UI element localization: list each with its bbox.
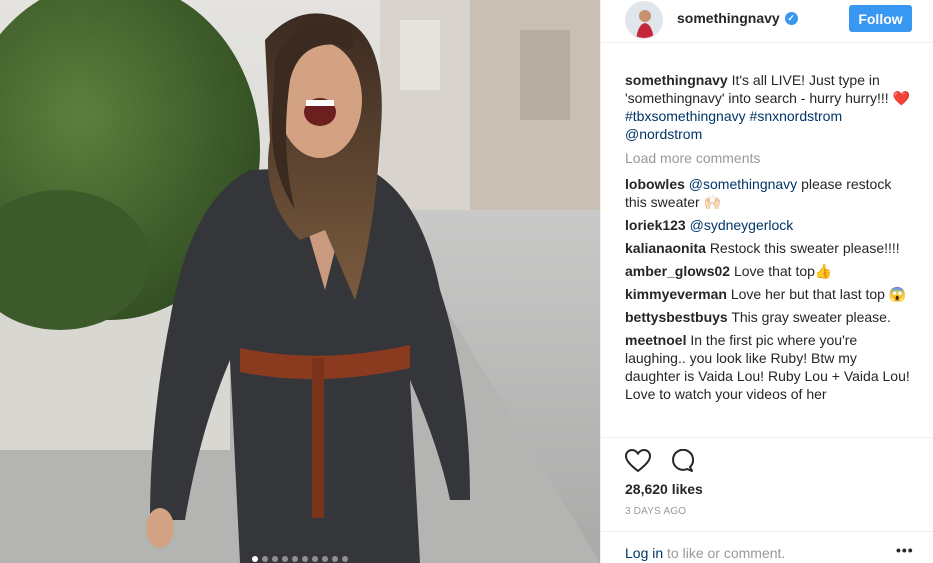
carousel-dot-8[interactable] bbox=[322, 556, 328, 562]
carousel-dot-10[interactable] bbox=[342, 556, 348, 562]
avatar[interactable] bbox=[625, 1, 663, 39]
carousel-dot-5[interactable] bbox=[292, 556, 298, 562]
verified-badge-icon: ✓ bbox=[784, 11, 798, 25]
comment-item: kimmyeverman Love her but that last top … bbox=[625, 285, 915, 303]
heart-emoji: ❤️ bbox=[892, 90, 911, 106]
comment-username[interactable]: kimmyeverman bbox=[625, 286, 727, 302]
carousel-dot-3[interactable] bbox=[272, 556, 278, 562]
comment-item: loriek123 @sydneygerlock bbox=[625, 216, 915, 234]
post-header: somethingnavy ✓ Follow bbox=[601, 0, 933, 43]
caption-username[interactable]: somethingnavy bbox=[625, 72, 728, 88]
comment-username[interactable]: loriek123 bbox=[625, 217, 686, 233]
comment-username[interactable]: meetnoel bbox=[625, 332, 686, 348]
comment-username[interactable]: lobowles bbox=[625, 176, 685, 192]
login-prompt-text: to like or comment. bbox=[667, 545, 786, 561]
comment-username[interactable]: kalianaonita bbox=[625, 240, 706, 256]
carousel-dot-9[interactable] bbox=[332, 556, 338, 562]
post-side-panel: somethingnavy ✓ Follow somethingnavy It'… bbox=[600, 0, 933, 563]
mention-link[interactable]: @somethingnavy bbox=[689, 176, 797, 192]
comment-item: amber_glows02 Love that top👍 bbox=[625, 262, 915, 280]
divider bbox=[601, 531, 933, 532]
comment-item: lobowles @somethingnavy please restock t… bbox=[625, 175, 915, 211]
comment-text: This gray sweater please. bbox=[731, 309, 891, 325]
comment-username[interactable]: bettysbestbuys bbox=[625, 309, 728, 325]
login-prompt: Log in to like or comment. bbox=[625, 545, 785, 561]
comment-item: bettysbestbuys This gray sweater please. bbox=[625, 308, 915, 326]
avatar-image bbox=[626, 2, 662, 38]
mention-link[interactable]: @sydneygerlock bbox=[690, 217, 794, 233]
more-options-icon[interactable]: ••• bbox=[896, 542, 914, 558]
hashtag-link[interactable]: #tbxsomethingnavy bbox=[625, 108, 746, 124]
instagram-post: somethingnavy ✓ Follow somethingnavy It'… bbox=[0, 0, 933, 563]
post-timestamp[interactable]: 3 DAYS AGO bbox=[625, 506, 686, 517]
photo-woman-laughing-in-gray-sweater bbox=[0, 0, 600, 563]
comments-list[interactable]: somethingnavy It's all LIVE! Just type i… bbox=[625, 71, 915, 437]
comment-icon[interactable] bbox=[668, 447, 696, 475]
header-username-label[interactable]: somethingnavy bbox=[677, 10, 780, 26]
carousel-dot-4[interactable] bbox=[282, 556, 288, 562]
carousel-dot-1[interactable] bbox=[252, 556, 258, 562]
caption: somethingnavy It's all LIVE! Just type i… bbox=[625, 71, 915, 143]
login-link[interactable]: Log in bbox=[625, 545, 663, 561]
likes-count[interactable]: 28,620 likes bbox=[625, 481, 703, 497]
carousel-dot-7[interactable] bbox=[312, 556, 318, 562]
carousel-indicator[interactable] bbox=[0, 555, 600, 563]
comment-text: Restock this sweater please!!!! bbox=[709, 240, 900, 256]
divider bbox=[601, 437, 933, 438]
comment-username[interactable]: amber_glows02 bbox=[625, 263, 730, 279]
comment-icon-graphic bbox=[672, 449, 694, 472]
mention-link[interactable]: @nordstrom bbox=[625, 126, 702, 142]
carousel-dot-6[interactable] bbox=[302, 556, 308, 562]
heart-icon-graphic bbox=[625, 449, 651, 473]
hashtag-link[interactable]: #snxnordstrom bbox=[750, 108, 843, 124]
comment-text: Love that top👍 bbox=[733, 263, 833, 279]
comment-text: Love her but that last top 😱 bbox=[730, 286, 907, 302]
comment-item: meetnoel In the first pic where you're l… bbox=[625, 331, 915, 403]
comment-item: kalianaonita Restock this sweater please… bbox=[625, 239, 915, 257]
header-username[interactable]: somethingnavy ✓ bbox=[677, 10, 798, 26]
heart-icon[interactable] bbox=[624, 447, 652, 475]
carousel-dot-2[interactable] bbox=[262, 556, 268, 562]
post-photo[interactable] bbox=[0, 0, 600, 563]
follow-button[interactable]: Follow bbox=[849, 5, 912, 32]
post-actions bbox=[624, 447, 696, 475]
load-more-comments-link[interactable]: Load more comments bbox=[625, 149, 915, 167]
